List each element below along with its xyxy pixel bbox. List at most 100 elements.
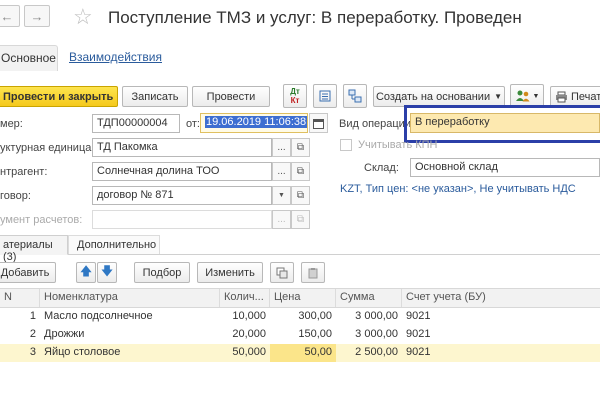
cell-account: 9021 bbox=[406, 346, 431, 358]
col-name[interactable]: Номенклатура bbox=[40, 289, 220, 307]
counterparty-open-button[interactable]: ⧉ bbox=[291, 162, 310, 181]
arrow-up-icon: 🡅 bbox=[79, 264, 93, 278]
contract-open-button[interactable]: ⧉ bbox=[291, 186, 310, 205]
printer-icon bbox=[556, 91, 567, 102]
pick-button[interactable]: Подбор bbox=[134, 262, 190, 283]
from-label: от: bbox=[186, 118, 200, 130]
back-arrow-icon: ← bbox=[0, 8, 14, 24]
cell-sum: 3 000,00 bbox=[355, 310, 398, 322]
structure-icon bbox=[348, 89, 362, 103]
move-up-button[interactable]: 🡅 bbox=[76, 262, 96, 283]
create-based-button[interactable]: Создать на основании ▼ bbox=[373, 86, 505, 107]
table-row[interactable]: 2 Дрожжи 20,000 150,00 3 000,00 9021 bbox=[0, 326, 600, 344]
print-button[interactable]: Печать bbox=[550, 86, 600, 107]
counterparty-label: нтрагент: bbox=[0, 166, 48, 178]
operation-label: Вид операции: bbox=[339, 118, 415, 130]
chevron-down-icon: ▼ bbox=[278, 192, 285, 199]
kpn-label: Учитывать КПН bbox=[358, 139, 438, 151]
tab-additional-label: Дополнительно bbox=[77, 239, 157, 251]
subtab-bar-line bbox=[0, 254, 600, 255]
counterparty-field[interactable]: Солнечная долина ТОО bbox=[92, 162, 272, 181]
tab-additional[interactable]: Дополнительно bbox=[68, 235, 160, 254]
col-qty[interactable]: Колич... bbox=[220, 289, 270, 307]
paste-icon bbox=[308, 267, 318, 278]
cell-price[interactable]: 50,00 bbox=[270, 344, 336, 362]
change-button[interactable]: Изменить bbox=[197, 262, 263, 283]
number-field[interactable]: ТДП00000004 bbox=[92, 114, 180, 133]
add-button[interactable]: Добавить bbox=[0, 262, 56, 283]
contract-label: говор: bbox=[0, 190, 31, 202]
number-label: мер: bbox=[0, 118, 23, 130]
cell-qty: 20,000 bbox=[232, 328, 266, 340]
unit-open-button[interactable]: ⧉ bbox=[291, 138, 310, 157]
cell-n: 3 bbox=[29, 346, 36, 358]
price-settings-link[interactable]: KZT, Тип цен: <не указан>, Не учитывать … bbox=[340, 183, 576, 195]
cell-n: 1 bbox=[29, 310, 36, 322]
open-icon: ⧉ bbox=[296, 142, 305, 153]
cell-sum: 2 500,00 bbox=[355, 346, 398, 358]
tab-materials-label: атериалы (3) bbox=[3, 239, 53, 263]
open-icon: ⧉ bbox=[296, 166, 305, 177]
cell-n: 2 bbox=[29, 328, 36, 340]
col-account[interactable]: Счет учета (БУ) bbox=[402, 289, 600, 307]
post-button[interactable]: Провести bbox=[192, 86, 270, 107]
list-button[interactable] bbox=[313, 84, 337, 108]
warehouse-field[interactable]: Основной склад bbox=[410, 158, 600, 177]
cell-sum: 3 000,00 bbox=[355, 328, 398, 340]
unit-select-button[interactable]: ... bbox=[272, 138, 291, 157]
kpn-checkbox[interactable] bbox=[340, 139, 352, 151]
create-based-label: Создать на основании bbox=[375, 90, 491, 103]
unit-label: уктурная единица: bbox=[0, 142, 95, 154]
settlement-label: умент расчетов: bbox=[0, 214, 83, 226]
calendar-icon bbox=[313, 118, 324, 129]
post-and-close-button[interactable]: Провести и закрыть bbox=[0, 86, 118, 107]
cell-price: 150,00 bbox=[298, 328, 332, 340]
tab-materials[interactable]: атериалы (3) bbox=[0, 235, 68, 263]
settlement-open-button[interactable]: ⧉ bbox=[291, 210, 310, 229]
tab-main[interactable]: Основное bbox=[0, 45, 58, 71]
move-down-button[interactable]: 🡇 bbox=[97, 262, 117, 283]
date-value: 19.06.2019 11:06:38 bbox=[205, 116, 307, 128]
calendar-button[interactable] bbox=[309, 113, 328, 133]
page-title: Поступление ТМЗ и услуг: В переработку. … bbox=[108, 8, 522, 27]
col-sum[interactable]: Сумма bbox=[336, 289, 402, 307]
dtkt-button[interactable]: Дт Кт bbox=[283, 84, 307, 108]
users-icon bbox=[515, 90, 530, 102]
counterparty-select-button[interactable]: ... bbox=[272, 162, 291, 181]
unit-field[interactable]: ТД Пакомка bbox=[92, 138, 272, 157]
table-row-selected[interactable]: 3 Яйцо столовое 50,000 50,00 2 500,00 90… bbox=[0, 344, 600, 362]
open-icon: ⧉ bbox=[296, 214, 305, 225]
copy-rows-button[interactable] bbox=[270, 262, 294, 283]
warehouse-label: Склад: bbox=[364, 162, 399, 174]
operation-field[interactable]: В переработку bbox=[410, 113, 600, 133]
settlement-select-button[interactable]: ... bbox=[272, 210, 291, 229]
table-row[interactable]: 1 Масло подсолнечное 10,000 300,00 3 000… bbox=[0, 308, 600, 326]
cell-name: Яйцо столовое bbox=[44, 346, 121, 358]
chevron-down-icon: ▼ bbox=[494, 92, 503, 101]
cell-qty: 50,000 bbox=[232, 346, 266, 358]
forward-arrow-icon: → bbox=[30, 8, 44, 24]
cell-account: 9021 bbox=[406, 310, 431, 322]
forward-button[interactable]: → bbox=[24, 5, 50, 27]
dt-label: Дт bbox=[290, 87, 300, 96]
cell-qty: 10,000 bbox=[232, 310, 266, 322]
cell-name: Масло подсолнечное bbox=[44, 310, 153, 322]
print-label: Печать bbox=[571, 90, 600, 103]
cell-price: 300,00 bbox=[298, 310, 332, 322]
cell-account: 9021 bbox=[406, 328, 431, 340]
tab-related[interactable]: Взаимодействия bbox=[69, 50, 162, 64]
save-button[interactable]: Записать bbox=[122, 86, 188, 107]
favorite-star-icon[interactable]: ☆ bbox=[73, 4, 93, 30]
back-button[interactable]: ← bbox=[0, 5, 20, 27]
open-icon: ⧉ bbox=[296, 190, 305, 201]
cell-name: Дрожжи bbox=[44, 328, 85, 340]
date-field[interactable]: 19.06.2019 11:06:38 bbox=[200, 113, 308, 133]
contract-field[interactable]: договор № 871 bbox=[92, 186, 272, 205]
col-n[interactable]: N bbox=[0, 289, 40, 307]
paste-rows-button[interactable] bbox=[301, 262, 325, 283]
contract-select-button[interactable]: ▼ bbox=[272, 186, 291, 205]
col-price[interactable]: Цена bbox=[270, 289, 336, 307]
structure-button[interactable] bbox=[343, 84, 367, 108]
copy-icon bbox=[276, 267, 288, 278]
settlement-field[interactable] bbox=[92, 210, 272, 229]
